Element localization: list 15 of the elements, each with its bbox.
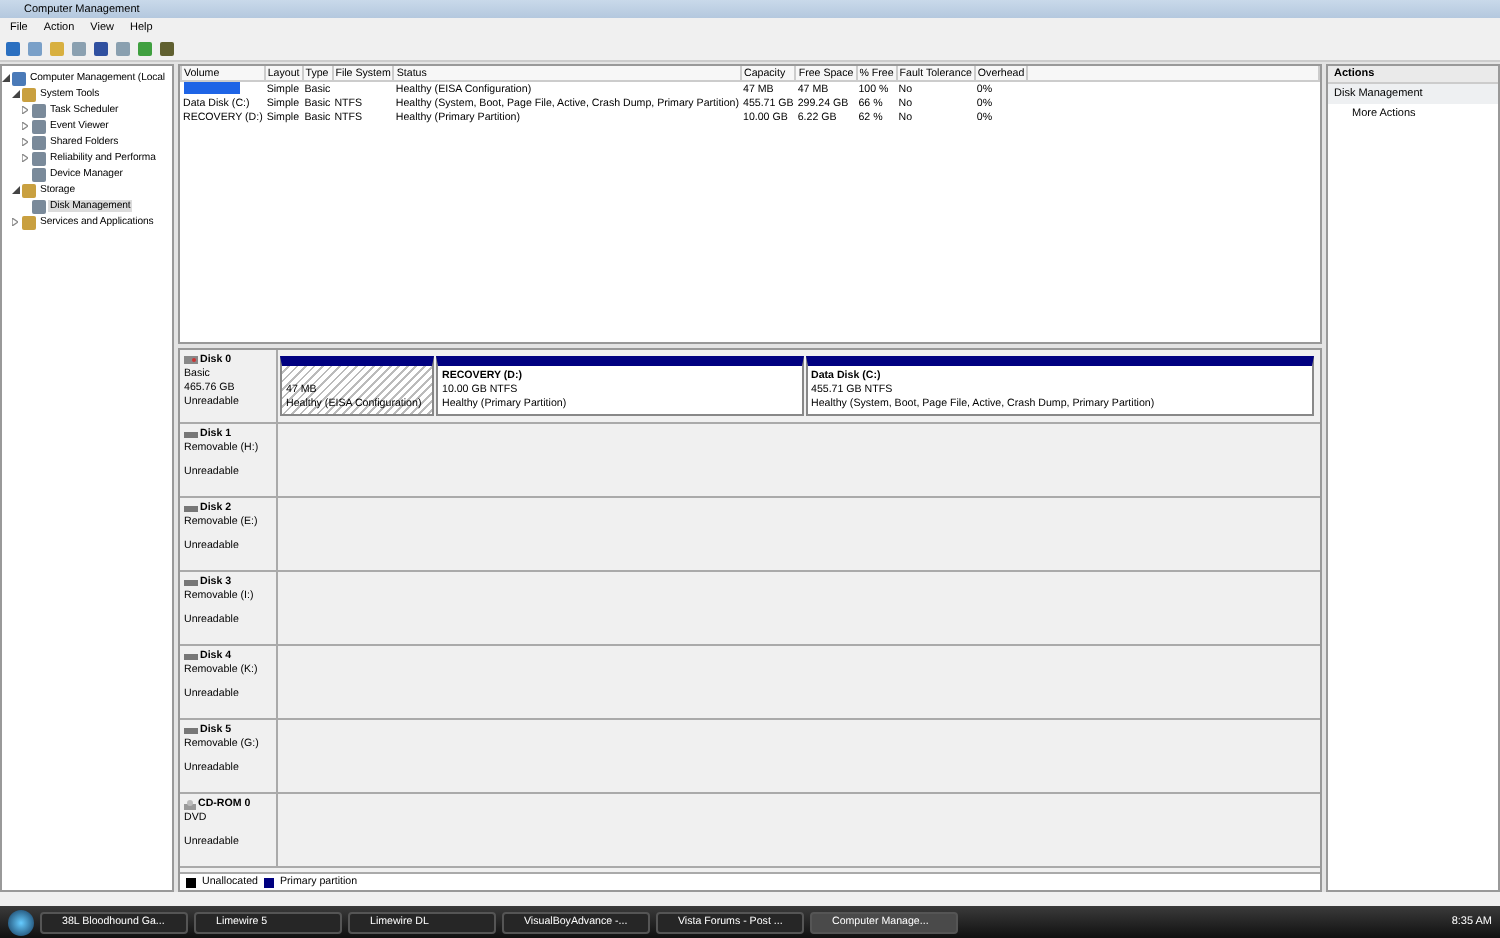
collapse-arrow-icon[interactable] (12, 186, 20, 194)
drive-icon (184, 431, 198, 437)
collapse-arrow-icon[interactable] (12, 90, 20, 98)
cd-drive-icon (184, 799, 196, 809)
expand-arrow-icon[interactable] (22, 138, 28, 146)
drive-icon (184, 653, 198, 659)
expand-arrow-icon[interactable] (22, 106, 28, 114)
expand-arrow-icon[interactable] (22, 122, 28, 130)
expand-arrow-icon[interactable] (22, 154, 28, 162)
drive-icon (184, 579, 198, 585)
start-button[interactable] (8, 909, 34, 935)
collapse-arrow-icon[interactable] (2, 74, 10, 82)
expand-arrow-icon[interactable] (12, 218, 18, 226)
drive-icon (184, 505, 198, 511)
drive-icon (184, 727, 198, 733)
